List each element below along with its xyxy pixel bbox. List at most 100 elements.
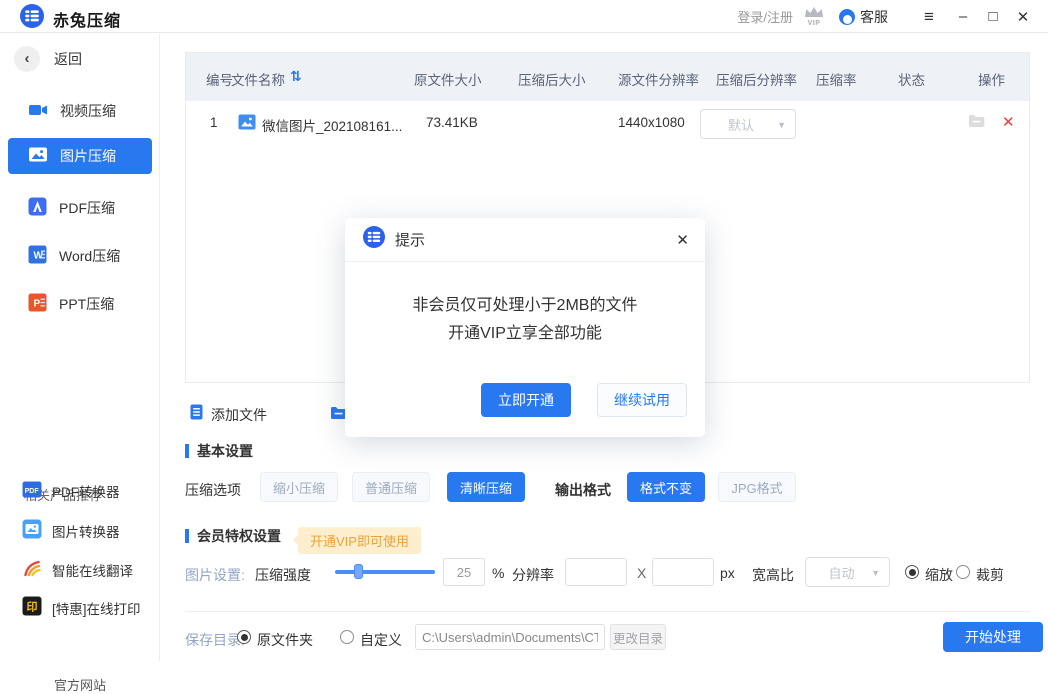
slider-handle[interactable]	[354, 564, 363, 579]
option-normal-compress[interactable]: 普通压缩	[352, 472, 430, 502]
title-bar: 赤兔压缩 登录/注册 VIP 客服 ≡ – □ ✕	[0, 0, 1048, 33]
save-path-input[interactable]	[415, 624, 605, 650]
open-folder-icon[interactable]	[968, 114, 985, 131]
vip-required-badge: 开通VIP即可使用	[298, 527, 421, 554]
cell-orig-size: 73.41KB	[426, 115, 478, 130]
minimize-button[interactable]: –	[948, 8, 978, 25]
aspect-ratio-select[interactable]: 自动 ▼	[805, 557, 890, 587]
dialog-logo-icon	[363, 226, 385, 253]
custom-folder-label: 自定义	[360, 630, 402, 650]
official-website-link[interactable]: 官方网站	[0, 675, 160, 694]
percent-unit: %	[492, 565, 504, 581]
compress-option-label: 压缩选项	[185, 480, 241, 500]
svg-text:P: P	[34, 299, 41, 310]
dialog-message-line2: 开通VIP立享全部功能	[345, 320, 705, 348]
start-process-button[interactable]: 开始处理	[943, 622, 1043, 652]
format-keep-original[interactable]: 格式不变	[627, 472, 705, 502]
login-register-link[interactable]: 登录/注册	[737, 7, 793, 26]
sidebar-item-online-print[interactable]: 印 [特惠]在线打印	[22, 596, 141, 619]
col-ratio: 压缩率	[816, 69, 857, 89]
app-logo-icon	[20, 4, 44, 33]
image-settings-label: 图片设置:	[185, 565, 245, 585]
dialog-message: 非会员仅可处理小于2MB的文件 开通VIP立享全部功能	[345, 292, 705, 348]
option-shrink-compress[interactable]: 缩小压缩	[260, 472, 338, 502]
menu-icon[interactable]: ≡	[914, 7, 944, 27]
dialog-header: 提示 ✕	[345, 218, 705, 262]
times-label: X	[637, 565, 646, 581]
sidebar-item-online-translate[interactable]: 智能在线翻译	[22, 558, 133, 581]
change-dir-button[interactable]: 更改目录	[610, 624, 666, 650]
dialog-message-line1: 非会员仅可处理小于2MB的文件	[345, 292, 705, 320]
custom-folder-radio[interactable]	[340, 630, 354, 644]
maximize-button[interactable]: □	[978, 8, 1008, 25]
delete-row-icon[interactable]: ✕	[1002, 113, 1015, 131]
sidebar: ‹ 返回 视频压缩 图片压缩 PDF压缩 W Word压缩 P PPT压缩 相关…	[0, 34, 160, 661]
sidebar-item-pdf-converter[interactable]: PDF PDF转换器	[22, 481, 120, 501]
section-bar-icon	[185, 444, 189, 458]
scale-radio[interactable]	[905, 565, 919, 579]
original-folder-label: 原文件夹	[257, 630, 313, 650]
resolution-label: 分辨率	[512, 565, 554, 585]
table-row: 1 微信图片_202108161... 73.41KB 1440x1080 默认…	[186, 101, 1029, 146]
back-arrow-icon: ‹	[14, 46, 40, 72]
back-button[interactable]: ‹ 返回	[14, 46, 82, 72]
scale-radio-label: 缩放	[925, 565, 953, 585]
strength-slider[interactable]	[335, 570, 435, 574]
chevron-down-icon: ▼	[871, 568, 880, 578]
col-out-res: 压缩后分辨率	[716, 69, 797, 89]
app-window: 赤兔压缩 登录/注册 VIP 客服 ≡ – □ ✕ ‹ 返回 视频压缩	[0, 0, 1048, 661]
image-converter-icon	[22, 519, 42, 542]
cell-src-res: 1440x1080	[618, 115, 685, 130]
service-avatar-icon	[839, 9, 855, 25]
sort-icon[interactable]: ⇅	[290, 68, 302, 85]
basic-settings-heading: 基本设置	[185, 441, 253, 461]
px-unit: px	[720, 565, 735, 581]
image-icon	[28, 146, 48, 166]
sidebar-item-word-compress[interactable]: W Word压缩	[8, 238, 152, 274]
word-icon: W	[28, 245, 47, 267]
col-no: 编号	[206, 69, 233, 89]
ppt-icon: P	[28, 293, 47, 315]
col-orig-size: 原文件大小	[414, 69, 482, 89]
crop-radio[interactable]	[956, 565, 970, 579]
bottom-divider	[185, 611, 1030, 612]
save-dir-label: 保存目录:	[185, 630, 245, 650]
close-button[interactable]: ✕	[1008, 8, 1038, 26]
add-file-button[interactable]: 添加文件	[190, 404, 267, 425]
cell-filename: 微信图片_202108161...	[262, 115, 402, 135]
aspect-ratio-label: 宽高比	[752, 565, 794, 585]
resolution-width-input[interactable]	[565, 558, 627, 586]
sidebar-item-image-converter[interactable]: 图片转换器	[22, 519, 120, 542]
service-label: 客服	[860, 7, 888, 27]
sidebar-item-image-compress[interactable]: 图片压缩	[8, 138, 152, 174]
vip-prompt-dialog: 提示 ✕ 非会员仅可处理小于2MB的文件 开通VIP立享全部功能 立即开通 继续…	[345, 218, 705, 437]
pdf-icon	[28, 197, 47, 219]
print-icon: 印	[22, 596, 42, 619]
sidebar-item-video-compress[interactable]: 视频压缩	[8, 93, 152, 129]
out-resolution-select[interactable]: 默认 ▼	[700, 109, 796, 139]
original-folder-radio[interactable]	[237, 630, 251, 644]
dialog-close-icon[interactable]: ✕	[676, 231, 689, 249]
chevron-down-icon: ▼	[777, 120, 786, 130]
table-header: 编号 文件名称 ⇅ 原文件大小 压缩后大小 源文件分辨率 压缩后分辨率 压缩率 …	[186, 53, 1029, 101]
crop-radio-label: 裁剪	[976, 565, 1004, 585]
col-filename: 文件名称	[231, 69, 285, 89]
svg-text:印: 印	[27, 601, 38, 614]
open-vip-button[interactable]: 立即开通	[481, 383, 571, 417]
file-image-icon	[238, 114, 256, 133]
sidebar-item-ppt-compress[interactable]: P PPT压缩	[8, 286, 152, 322]
resolution-height-input[interactable]	[652, 558, 714, 586]
svg-text:W: W	[34, 251, 44, 262]
add-file-label: 添加文件	[211, 405, 267, 425]
app-title: 赤兔压缩	[53, 7, 121, 31]
format-jpg[interactable]: JPG格式	[718, 472, 796, 502]
customer-service-button[interactable]: 客服	[839, 7, 888, 27]
option-clear-compress[interactable]: 清晰压缩	[447, 472, 525, 502]
sidebar-item-pdf-compress[interactable]: PDF压缩	[8, 190, 152, 226]
continue-trial-button[interactable]: 继续试用	[597, 383, 687, 417]
vip-crown-icon[interactable]: VIP	[803, 6, 825, 27]
brand: 赤兔压缩	[20, 4, 121, 33]
strength-label: 压缩强度	[255, 565, 311, 585]
col-operation: 操作	[978, 69, 1005, 89]
strength-value-input[interactable]	[443, 558, 485, 586]
